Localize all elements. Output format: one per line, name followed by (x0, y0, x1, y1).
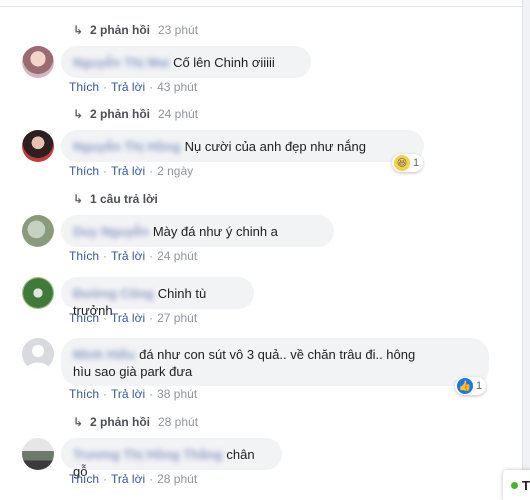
like-link[interactable]: Thích (69, 472, 99, 486)
view-replies-link[interactable]: ↳ 2 phản hồi 24 phút (72, 106, 198, 122)
comment-time[interactable]: 24 phút (157, 249, 197, 263)
view-replies-link[interactable]: ↳ 2 phản hồi 23 phút (72, 22, 198, 38)
comment-time[interactable]: 27 phút (157, 311, 197, 325)
reply-link[interactable]: Trả lời (111, 387, 145, 401)
comment-actions: Thích · Trả lời · 28 phút (69, 472, 198, 486)
reply-time: 24 phút (158, 107, 199, 121)
comment-bubble: Nguyễn Thị Hồng Nụ cười của anh đẹp như n… (61, 130, 424, 162)
like-link[interactable]: Thích (69, 387, 99, 401)
reply-arrow-icon: ↳ (72, 415, 84, 429)
comment-text-line2: hìu sao già park đưa (73, 364, 193, 379)
comment-text: Cố lên Chinh ơiiiii (173, 55, 275, 70)
reaction-count: 1 (476, 380, 483, 392)
reply-arrow-icon: ↳ (72, 23, 84, 37)
default-avatar-icon (26, 345, 50, 370)
comment-bubble: Minh Hiếu đá như con sút vô 3 quả.. về ch… (61, 338, 489, 386)
chat-label: T (522, 477, 530, 493)
comment-time[interactable]: 28 phút (157, 472, 197, 486)
commenter-name[interactable]: Trương Thị Hồng Thắng (73, 446, 222, 463)
reply-link[interactable]: Trả lời (111, 249, 145, 263)
comment-text: Nụ cười của anh đẹp như nắng (184, 139, 366, 154)
reply-link[interactable]: Trả lời (111, 472, 145, 486)
like-link[interactable]: Thích (69, 80, 99, 94)
like-link[interactable]: Thích (69, 311, 99, 325)
reply-count: 2 phản hồi (90, 415, 150, 429)
view-replies-link[interactable]: ↳ 1 câu trả lời (72, 191, 158, 207)
comment-actions: Thích · Trả lời · 24 phút (69, 249, 198, 263)
reaction-count: 1 (413, 157, 420, 169)
comment-actions: Thích · Trả lời · 38 phút (69, 387, 198, 401)
reply-time: 23 phút (158, 23, 199, 37)
comment-time[interactable]: 2 ngày (157, 164, 193, 178)
avatar[interactable] (22, 46, 54, 78)
reply-link[interactable]: Trả lời (111, 80, 145, 94)
reply-link[interactable]: Trả lời (111, 311, 145, 325)
top-divider (0, 6, 522, 7)
chat-launcher[interactable]: T (503, 470, 530, 500)
like-link[interactable]: Thích (69, 249, 99, 263)
reply-arrow-icon: ↳ (72, 192, 84, 206)
reaction-summary[interactable]: 👍 1 (455, 377, 487, 395)
avatar[interactable] (22, 130, 54, 162)
comment-text: Mày đá như ý chinh a (152, 224, 278, 239)
comment-text-line1: đá như con sút vô 3 quả.. về chăn trâu đ… (139, 347, 416, 362)
comment-actions: Thích · Trả lời · 2 ngày (69, 164, 194, 178)
avatar[interactable] (22, 338, 54, 370)
reply-count: 1 câu trả lời (90, 192, 158, 206)
avatar[interactable] (22, 215, 54, 247)
online-status-dot (511, 481, 518, 489)
reaction-summary[interactable]: 😆 1 (392, 154, 424, 172)
like-link[interactable]: Thích (69, 164, 99, 178)
reply-link[interactable]: Trả lời (111, 164, 145, 178)
comment-time[interactable]: 38 phút (157, 387, 197, 401)
reply-arrow-icon: ↳ (72, 107, 84, 121)
view-replies-link[interactable]: ↳ 2 phản hồi 28 phút (72, 414, 198, 430)
scrollbar-track[interactable] (522, 0, 530, 500)
comment-actions: Thích · Trả lời · 43 phút (69, 80, 198, 94)
comment-time[interactable]: 43 phút (157, 80, 197, 94)
comment-actions: Thích · Trả lời · 27 phút (69, 311, 198, 325)
comment-bubble: Nguyễn Thị Mai Cố lên Chinh ơiiiii (61, 46, 311, 78)
comment-bubble: Trương Thị Hồng Thắng chân gỗ (61, 438, 282, 479)
commenter-name[interactable]: Nguyễn Thị Hồng (73, 138, 181, 155)
reply-time: 28 phút (158, 415, 199, 429)
avatar[interactable] (22, 277, 54, 309)
like-icon: 👍 (457, 378, 473, 394)
commenter-name[interactable]: Nguyễn Thị Mai (73, 54, 169, 71)
haha-icon: 😆 (394, 155, 410, 171)
commenter-name[interactable]: Duy Nguyễn (73, 223, 149, 240)
commenter-name[interactable]: Minh Hiếu (73, 346, 135, 363)
reply-count: 2 phản hồi (90, 107, 150, 121)
reply-count: 2 phản hồi (90, 23, 150, 37)
commenter-name[interactable]: Đường Công (73, 285, 154, 302)
comment-bubble: Duy Nguyễn Mày đá như ý chinh a (61, 215, 334, 247)
avatar[interactable] (22, 438, 54, 470)
comment-bubble: Đường Công Chinh tù trưởnh (61, 277, 254, 318)
